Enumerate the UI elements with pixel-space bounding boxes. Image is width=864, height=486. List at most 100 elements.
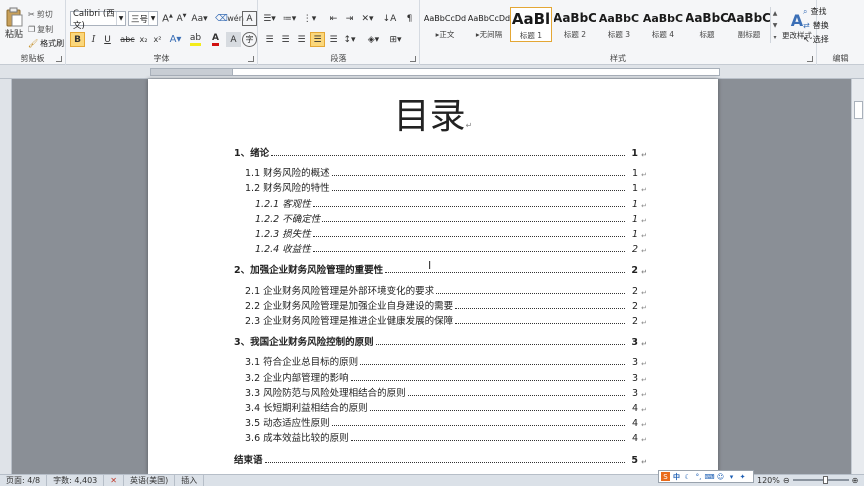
line-spacing-button[interactable]: ↕▾ bbox=[342, 32, 357, 47]
cut-button[interactable]: ✂ 剪切 bbox=[28, 9, 53, 20]
vertical-ruler[interactable] bbox=[0, 79, 12, 474]
moon-icon[interactable]: ☾ bbox=[683, 472, 692, 481]
bullets-button[interactable]: ☰▾ bbox=[262, 11, 277, 26]
gallery-scroll[interactable]: ▲ ▼ ▾ bbox=[770, 7, 779, 43]
styles-launcher-icon[interactable] bbox=[807, 56, 813, 62]
vertical-scrollbar[interactable] bbox=[851, 79, 864, 474]
expand-gallery-icon[interactable]: ▾ bbox=[773, 34, 776, 41]
tools-icon[interactable]: ✦ bbox=[738, 472, 747, 481]
underline-button[interactable]: U bbox=[100, 32, 115, 47]
select-button[interactable]: ↖ 选择 bbox=[803, 34, 829, 45]
chinese-layout-button[interactable]: ✕▾ bbox=[360, 11, 375, 26]
paragraph-launcher-icon[interactable] bbox=[410, 56, 416, 62]
toc-entry[interactable]: 2.1 企业财务风险管理是外部环境变化的要求 2 ↵ bbox=[234, 285, 647, 297]
multilevel-list-button[interactable]: ⋮▾ bbox=[302, 11, 317, 26]
change-case-button[interactable]: Aa▾ bbox=[191, 11, 207, 26]
toc-entry[interactable]: 1.2.2 不确定性 1 ↵ bbox=[234, 213, 647, 225]
zoom-slider[interactable] bbox=[792, 476, 849, 484]
replace-button[interactable]: ⇄ 替换 bbox=[803, 20, 829, 31]
font-name-combo[interactable]: Calibri (西文) ▼ bbox=[70, 9, 126, 31]
user-icon[interactable]: ☺ bbox=[716, 472, 725, 481]
char-border-button[interactable]: A bbox=[242, 11, 257, 26]
proofing-status[interactable]: ✕ bbox=[104, 475, 124, 486]
numbering-button[interactable]: ≔▾ bbox=[282, 11, 297, 26]
page-count[interactable]: 页面: 4/8 bbox=[0, 475, 48, 486]
distributed-button[interactable]: ☰ bbox=[326, 32, 341, 47]
decrease-indent-button[interactable]: ⇤ bbox=[326, 11, 341, 26]
bold-button[interactable]: B bbox=[70, 32, 85, 47]
enclose-char-button[interactable]: 字 bbox=[242, 32, 257, 47]
punctuation-icon[interactable]: °, bbox=[694, 472, 703, 481]
toc-entry[interactable]: 3、我国企业财务风险控制的原则 3 ↵ bbox=[234, 336, 647, 348]
chevron-up-icon[interactable]: ▲ bbox=[773, 10, 778, 17]
align-left-button[interactable]: ☰ bbox=[262, 32, 277, 47]
shading-button[interactable]: ◈▾ bbox=[366, 32, 381, 47]
italic-button[interactable]: I bbox=[86, 32, 101, 47]
chevron-down-icon[interactable]: ▼ bbox=[773, 22, 778, 29]
language-status[interactable]: 英语(美国) bbox=[124, 475, 176, 486]
font-size-combo[interactable]: 三号 ▼ bbox=[128, 11, 158, 26]
style-title[interactable]: AaBbC 标题 bbox=[686, 7, 728, 42]
scroll-thumb[interactable] bbox=[854, 101, 863, 119]
ime-toolbar[interactable]: S 中 ☾ °, ⌨ ☺ ▾ ✦ bbox=[658, 470, 754, 483]
borders-button[interactable]: ⊞▾ bbox=[388, 32, 403, 47]
sort-button[interactable]: ↓A bbox=[382, 11, 397, 26]
toc-entry[interactable]: 3.1 符合企业总目标的原则 3 ↵ bbox=[234, 356, 647, 368]
justify-button[interactable]: ☰ bbox=[310, 32, 325, 47]
style-subtitle[interactable]: AaBbC 副标题 bbox=[728, 7, 770, 42]
char-shading-button[interactable]: A bbox=[226, 32, 241, 47]
strikethrough-button[interactable]: abc bbox=[120, 32, 135, 47]
style-heading-4[interactable]: AaBbC 标题 4 bbox=[642, 7, 684, 42]
toc-entry[interactable]: 3.5 动态适应性原则 4 ↵ bbox=[234, 417, 647, 429]
toc-entry[interactable]: 3.2 企业内部管理的影响 3 ↵ bbox=[234, 372, 647, 384]
style-no-spacing[interactable]: AaBbCcDd ▸无间隔 bbox=[468, 7, 510, 42]
copy-button[interactable]: ❐ 复制 bbox=[28, 24, 53, 35]
font-color-button[interactable]: A bbox=[208, 32, 223, 47]
toc-entry[interactable]: 结束语 5 ↵ bbox=[234, 454, 647, 466]
font-launcher-icon[interactable] bbox=[248, 56, 254, 62]
toc-entry[interactable]: 1.1 财务风险的概述 1 ↵ bbox=[234, 167, 647, 179]
increase-indent-button[interactable]: ⇥ bbox=[342, 11, 357, 26]
superscript-button[interactable]: x² bbox=[150, 32, 165, 47]
toc-entry[interactable]: 1.2.1 客观性 1 ↵ bbox=[234, 198, 647, 210]
phonetic-guide-button[interactable]: wén bbox=[227, 11, 244, 26]
zoom-level[interactable]: 120% bbox=[757, 476, 780, 485]
chevron-down-icon[interactable]: ▼ bbox=[148, 12, 157, 25]
toc-entry[interactable]: 2.3 企业财务风险管理是推进企业健康发展的保障 2 ↵ bbox=[234, 315, 647, 327]
keyboard-icon[interactable]: ⌨ bbox=[704, 472, 714, 481]
toc-entry[interactable]: 2、加强企业财务风险管理的重要性 2 ↵ bbox=[234, 264, 647, 276]
paste-button[interactable]: 粘贴 bbox=[3, 5, 25, 41]
highlight-button[interactable]: ab bbox=[188, 32, 203, 47]
insert-mode[interactable]: 插入 bbox=[175, 475, 205, 486]
zoom-out-icon[interactable]: ⊖ bbox=[783, 476, 790, 485]
chevron-down-icon[interactable]: ▼ bbox=[116, 12, 125, 25]
horizontal-ruler[interactable] bbox=[0, 65, 864, 79]
clipboard-launcher-icon[interactable] bbox=[56, 56, 62, 62]
subscript-button[interactable]: x₂ bbox=[136, 32, 151, 47]
style-normal[interactable]: AaBbCcDd ▸正文 bbox=[424, 7, 466, 42]
show-marks-button[interactable]: ¶ bbox=[402, 11, 417, 26]
word-count[interactable]: 字数: 4,403 bbox=[47, 475, 105, 486]
find-button[interactable]: ⌕ 查找 bbox=[803, 6, 826, 17]
format-painter-button[interactable]: 🖌 格式刷 bbox=[28, 38, 64, 49]
style-heading-2[interactable]: AaBbC 标题 2 bbox=[554, 7, 596, 42]
toc-entry[interactable]: 1、绪论 1 ↵ bbox=[234, 147, 647, 159]
style-heading-1[interactable]: AaBl 标题 1 bbox=[510, 7, 552, 42]
toc-entry[interactable]: 1.2.3 损失性 1 ↵ bbox=[234, 228, 647, 240]
shrink-font-button[interactable]: A▼ bbox=[174, 11, 189, 26]
style-heading-3[interactable]: AaBbC 标题 3 bbox=[598, 7, 640, 42]
align-center-button[interactable]: ☰ bbox=[278, 32, 293, 47]
shirt-icon[interactable]: ▾ bbox=[727, 472, 736, 481]
toc-entry[interactable]: 3.4 长短期利益相结合的原则 4 ↵ bbox=[234, 402, 647, 414]
zoom-in-icon[interactable]: ⊕ bbox=[852, 476, 859, 485]
grow-font-button[interactable]: A▲ bbox=[160, 11, 175, 26]
toc-entry[interactable]: 3.6 成本效益比较的原则 4 ↵ bbox=[234, 432, 647, 444]
zoom-knob[interactable] bbox=[822, 476, 828, 484]
toc-entry[interactable]: 1.2 财务风险的特性 1 ↵ bbox=[234, 182, 647, 194]
toc-entry[interactable]: 3.3 风险防范与风险处理相结合的原则 3 ↵ bbox=[234, 387, 647, 399]
ime-mode[interactable]: 中 bbox=[672, 472, 681, 481]
toc-entry[interactable]: 1.2.4 收益性 2 ↵ bbox=[234, 243, 647, 255]
document-page[interactable]: 目录↵ I 1、绪论 1 ↵ 1.1 财务风险的概述 1 ↵ 1.2 财务风险的特性 1 ↵ 1.… bbox=[148, 79, 718, 474]
text-effect-button[interactable]: A▾ bbox=[168, 32, 183, 47]
align-right-button[interactable]: ☰ bbox=[294, 32, 309, 47]
